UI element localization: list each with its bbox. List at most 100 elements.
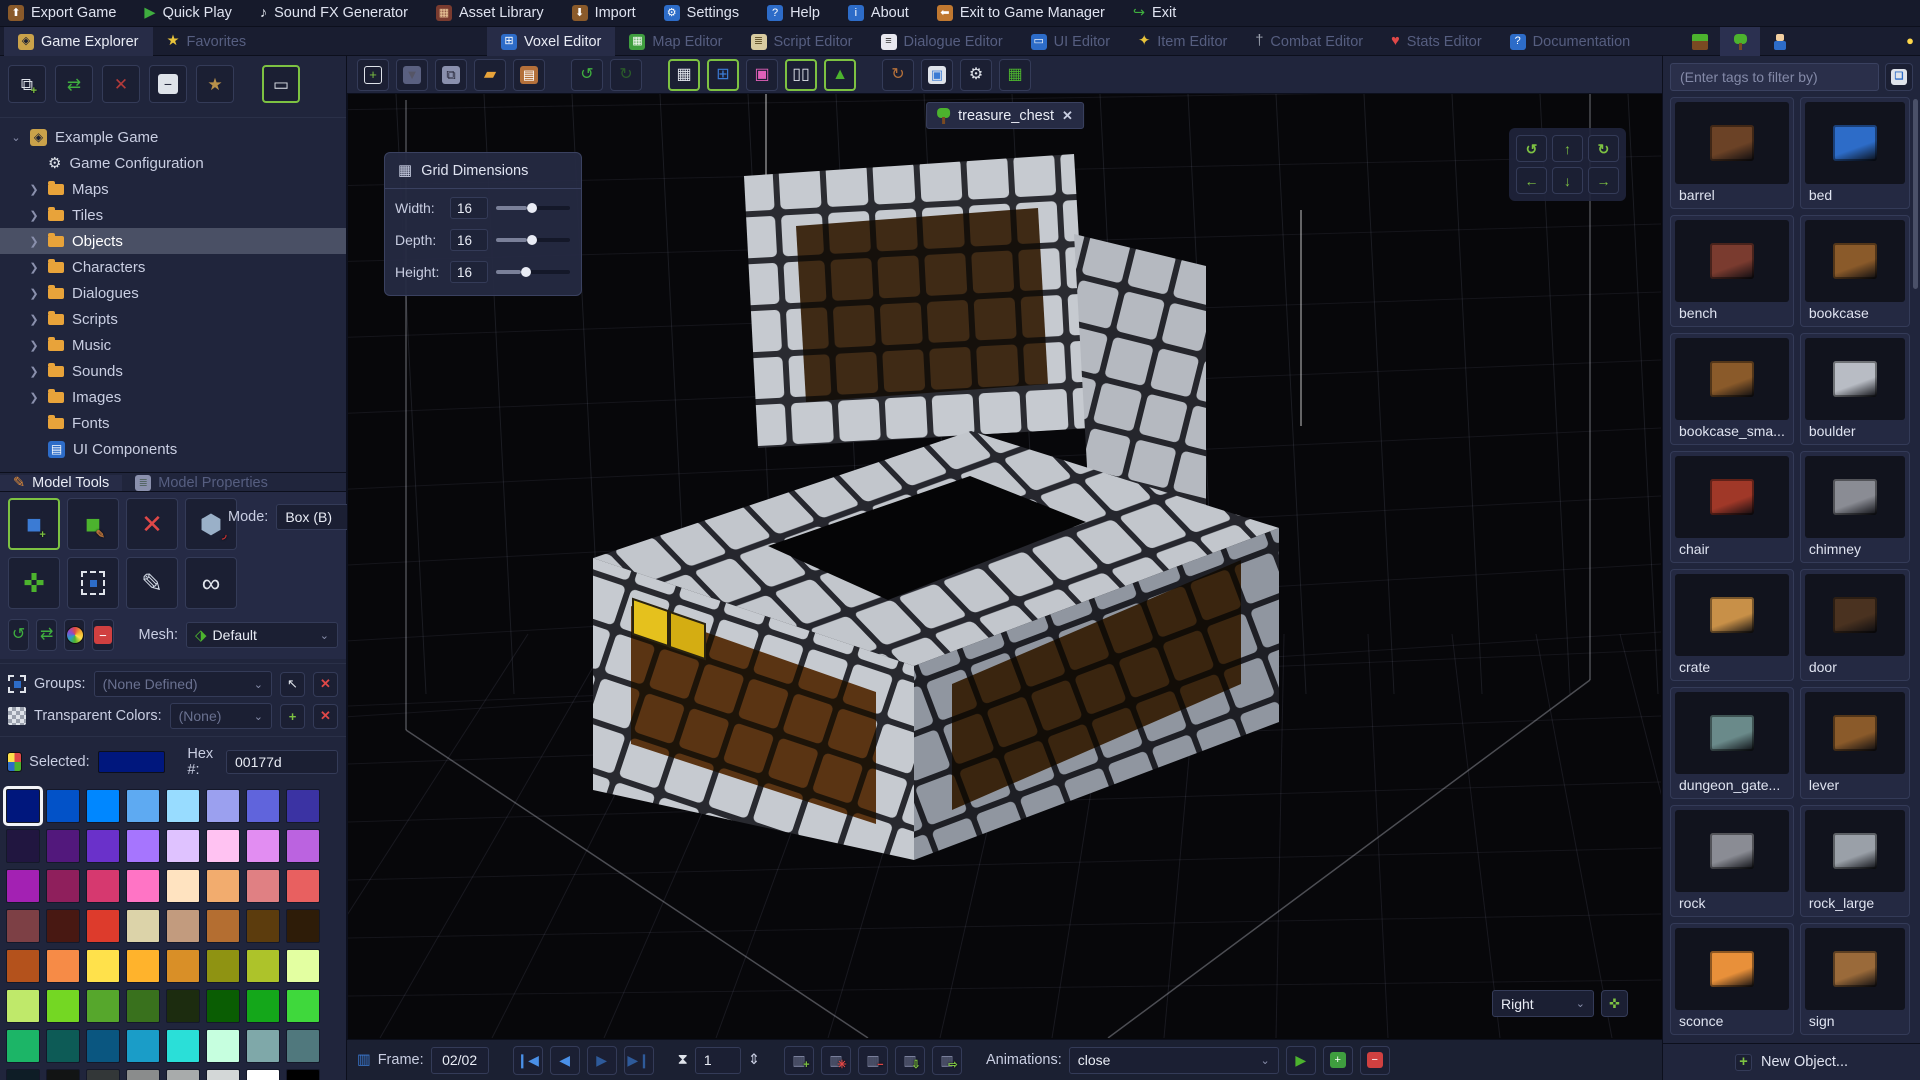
delete-button[interactable]: ✕	[102, 65, 140, 103]
palette-swatch[interactable]	[166, 989, 200, 1023]
rotate-right-button[interactable]: ↻	[1588, 135, 1619, 162]
palette-swatch[interactable]	[286, 949, 320, 983]
palette-swatch[interactable]	[206, 869, 240, 903]
tree-item-music[interactable]: ❯ Music	[0, 332, 346, 358]
object-card-chair[interactable]: chair	[1670, 451, 1794, 563]
play-animation-button[interactable]: ▶	[1285, 1045, 1316, 1075]
move-down-button[interactable]: ↓	[1552, 167, 1583, 194]
palette-swatch[interactable]	[166, 869, 200, 903]
palette-swatch[interactable]	[286, 1069, 320, 1080]
tab-game-explorer[interactable]: ◈ Game Explorer	[4, 27, 153, 56]
library-tiles-tab[interactable]	[1680, 27, 1720, 56]
menu-item-asset-library[interactable]: ▦ Asset Library	[435, 5, 544, 21]
grid-field-slider[interactable]	[496, 202, 570, 213]
palette-swatch[interactable]	[86, 869, 120, 903]
palette-swatch[interactable]	[6, 989, 40, 1023]
link-tool[interactable]: ∞	[185, 557, 237, 609]
palette-swatch[interactable]	[86, 989, 120, 1023]
palette-swatch[interactable]	[206, 789, 240, 823]
save-button[interactable]: ▼	[396, 58, 428, 91]
palette-swatch[interactable]	[126, 829, 160, 863]
palette-swatch[interactable]	[86, 1029, 120, 1063]
close-icon[interactable]: ✕	[1062, 108, 1073, 124]
object-card-rock_large[interactable]: rock_large	[1799, 805, 1910, 917]
tag-filter-input[interactable]	[1670, 63, 1879, 91]
new-model-button[interactable]: +	[357, 58, 389, 91]
tree-item-maps[interactable]: ❯ Maps	[0, 176, 346, 202]
library-characters-tab[interactable]	[1760, 27, 1800, 56]
view-settings-button[interactable]: ⚙	[960, 58, 992, 91]
palette-swatch[interactable]	[166, 1029, 200, 1063]
prev-frame-button[interactable]: ◀	[549, 1045, 580, 1075]
tab-model-tools[interactable]: ✎ Model Tools	[0, 475, 123, 491]
move-tool[interactable]: ✜	[8, 557, 60, 609]
palette-swatch[interactable]	[206, 909, 240, 943]
palette-swatch[interactable]	[6, 949, 40, 983]
insert-frame-button[interactable]: ▥ ✳	[820, 1045, 851, 1075]
menu-item-export-game[interactable]: ⬆ Export Game	[8, 5, 116, 21]
palette-swatch[interactable]	[126, 989, 160, 1023]
grid-field-value[interactable]: 16	[450, 261, 488, 283]
orientation-button[interactable]: ↻	[882, 58, 914, 91]
palette-swatch[interactable]	[46, 829, 80, 863]
frame-delay-input[interactable]: 1	[694, 1046, 741, 1074]
palette-swatch[interactable]	[86, 789, 120, 823]
notification-icon[interactable]: ●	[1906, 34, 1914, 47]
tab-ui-editor[interactable]: ▭ UI Editor	[1017, 27, 1124, 56]
tab-item-editor[interactable]: ✦ Item Editor	[1124, 27, 1241, 56]
remove-frame-button[interactable]: ▥ −	[857, 1045, 888, 1075]
library-objects-tab[interactable]	[1720, 27, 1760, 56]
tree-item-sounds[interactable]: ❯ Sounds	[0, 358, 346, 384]
menu-item-sound-fx-generator[interactable]: ♪ Sound FX Generator	[260, 5, 408, 21]
tree-item-dialogues[interactable]: ❯ Dialogues	[0, 280, 346, 306]
first-frame-button[interactable]: ❙◀	[512, 1045, 543, 1075]
object-card-chimney[interactable]: chimney	[1799, 451, 1910, 563]
voxel-viewport[interactable]: treasure_chest ✕ ▦ Grid Dimensions Width…	[347, 94, 1662, 1039]
hex-input[interactable]	[226, 750, 338, 774]
object-card-door[interactable]: door	[1799, 569, 1910, 681]
spinner-icon[interactable]: ⇕	[748, 1053, 760, 1068]
new-object-button[interactable]: + New Object...	[1663, 1043, 1920, 1080]
palette-swatch[interactable]	[3, 786, 43, 826]
palette-swatch[interactable]	[86, 949, 120, 983]
palette-swatch[interactable]	[86, 1069, 120, 1080]
object-card-bed[interactable]: bed	[1799, 97, 1910, 209]
palette-swatch[interactable]	[126, 789, 160, 823]
delete-group-button[interactable]: ✕	[313, 671, 338, 697]
add-voxel-tool[interactable]: ■ +	[8, 498, 60, 550]
object-card-sconce[interactable]: sconce	[1670, 923, 1794, 1035]
menu-item-help[interactable]: ? Help	[767, 5, 820, 21]
remove-color-button[interactable]: −	[92, 619, 114, 651]
eyedropper-tool[interactable]: ✎	[126, 557, 178, 609]
palette-swatch[interactable]	[246, 829, 280, 863]
object-card-crate[interactable]: crate	[1670, 569, 1794, 681]
rotate-button[interactable]: ↺	[8, 619, 30, 651]
palette-swatch[interactable]	[206, 949, 240, 983]
tab-voxel-editor[interactable]: ⊞ Voxel Editor	[487, 27, 616, 56]
scrollbar[interactable]	[1913, 99, 1918, 289]
palette-swatch[interactable]	[126, 949, 160, 983]
menu-item-about[interactable]: i About	[847, 5, 909, 21]
undo-button[interactable]: ↺	[571, 58, 603, 91]
move-frame-button[interactable]: ▥ ⇨	[931, 1045, 962, 1075]
grid-field-slider[interactable]	[496, 234, 570, 245]
palette-swatch[interactable]	[246, 1029, 280, 1063]
palette-swatch[interactable]	[126, 1029, 160, 1063]
duplicate-frame-button[interactable]: ▥ ⇩	[894, 1045, 925, 1075]
object-card-lever[interactable]: lever	[1799, 687, 1910, 799]
tab-stats-editor[interactable]: ♥ Stats Editor	[1377, 27, 1496, 56]
palette-swatch[interactable]	[46, 869, 80, 903]
palette-swatch[interactable]	[286, 989, 320, 1023]
palette-swatch[interactable]	[286, 909, 320, 943]
export-sheet-button[interactable]: ▦	[999, 58, 1031, 91]
object-card-barrel[interactable]: barrel	[1670, 97, 1794, 209]
add-transparent-color-button[interactable]: +	[280, 703, 305, 729]
palette-swatch[interactable]	[206, 1069, 240, 1080]
tree-item-images[interactable]: ❯ Images	[0, 384, 346, 410]
tab-combat-editor[interactable]: † Combat Editor	[1241, 27, 1377, 56]
object-card-bench[interactable]: bench	[1670, 215, 1794, 327]
tree-item-scripts[interactable]: ❯ Scripts	[0, 306, 346, 332]
tab-script-editor[interactable]: ≣ Script Editor	[737, 27, 867, 56]
palette-swatch[interactable]	[126, 1069, 160, 1080]
tree-item-tiles[interactable]: ❯ Tiles	[0, 202, 346, 228]
